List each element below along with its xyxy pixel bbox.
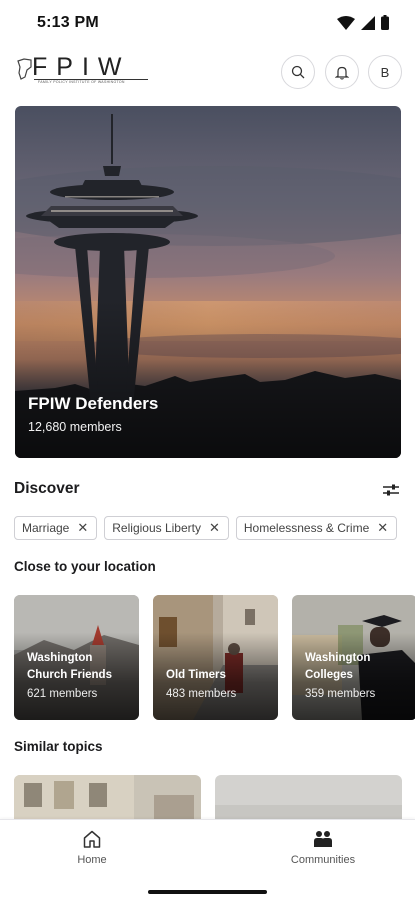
similar-topics-list <box>14 775 402 825</box>
nearby-communities-list: Washington Church Friends 621 members Ol… <box>14 595 415 720</box>
avatar-initial: B <box>380 64 390 80</box>
community-card-title: Washington Church Friends <box>27 652 112 681</box>
featured-community-members: 12,680 members <box>28 420 122 434</box>
featured-community-title: FPIW Defenders <box>28 394 159 413</box>
close-icon[interactable]: ✕ <box>377 520 388 536</box>
chip-label: Marriage <box>22 521 70 535</box>
close-to-location-heading: Close to your location <box>14 559 156 574</box>
search-icon <box>291 65 305 79</box>
bottom-navigation: Home Communities <box>0 819 415 900</box>
nav-label: Home <box>77 854 107 866</box>
home-indicator <box>148 890 267 894</box>
nav-home[interactable]: Home <box>47 830 137 866</box>
chip-religious-liberty[interactable]: Religious Liberty ✕ <box>104 516 229 540</box>
avatar-button[interactable]: B <box>368 55 402 89</box>
community-card-members: 359 members <box>305 688 376 700</box>
communities-icon <box>314 831 332 847</box>
chip-homelessness-crime[interactable]: Homelessness & Crime ✕ <box>235 516 398 540</box>
sliders-icon <box>383 484 399 496</box>
notifications-button[interactable] <box>325 55 359 89</box>
community-card[interactable]: Washington Colleges 359 members <box>292 595 415 720</box>
community-card-members: 483 members <box>166 688 237 700</box>
chip-label: Religious Liberty <box>112 521 201 535</box>
status-icons <box>337 15 389 30</box>
wifi-icon <box>337 15 355 30</box>
home-icon <box>83 830 101 848</box>
chip-marriage[interactable]: Marriage ✕ <box>14 516 98 540</box>
status-time: 5:13 PM <box>37 14 99 31</box>
cellular-signal-icon <box>361 15 375 30</box>
chip-label: Homelessness & Crime <box>243 521 370 535</box>
topic-card[interactable] <box>215 775 402 825</box>
community-card-title: Old Timers <box>166 669 226 681</box>
fpiw-logo[interactable]: FPIW FAMILY POLICY INSTITUTE OF WASHINGT… <box>16 53 148 87</box>
bell-icon <box>335 66 349 80</box>
battery-icon <box>381 15 389 30</box>
topic-card[interactable] <box>14 775 201 825</box>
nav-label: Communities <box>290 854 356 866</box>
similar-topics-heading: Similar topics <box>14 739 103 754</box>
community-card[interactable]: Old Timers 483 members <box>153 595 278 720</box>
building-photo <box>14 775 201 825</box>
logo-subtitle: FAMILY POLICY INSTITUTE OF WASHINGTON <box>38 80 125 84</box>
logo-text: FPIW <box>32 53 131 81</box>
close-icon[interactable]: ✕ <box>77 520 88 536</box>
search-button[interactable] <box>281 55 315 89</box>
filter-button[interactable] <box>380 480 402 500</box>
community-card[interactable]: Washington Church Friends 621 members <box>14 595 139 720</box>
card-overlay <box>153 595 278 720</box>
community-card-title: Washington Colleges <box>305 652 371 681</box>
app-header: FPIW FAMILY POLICY INSTITUTE OF WASHINGT… <box>0 52 415 92</box>
community-card-members: 621 members <box>27 688 98 700</box>
featured-community-card[interactable]: FPIW Defenders 12,680 members <box>15 106 401 458</box>
discover-heading: Discover <box>14 480 80 497</box>
topic-photo <box>215 775 402 825</box>
nav-communities[interactable]: Communities <box>278 830 368 866</box>
close-icon[interactable]: ✕ <box>209 520 220 536</box>
topic-chips: Marriage ✕ Religious Liberty ✕ Homelessn… <box>14 516 398 540</box>
status-bar: 5:13 PM <box>0 0 415 46</box>
